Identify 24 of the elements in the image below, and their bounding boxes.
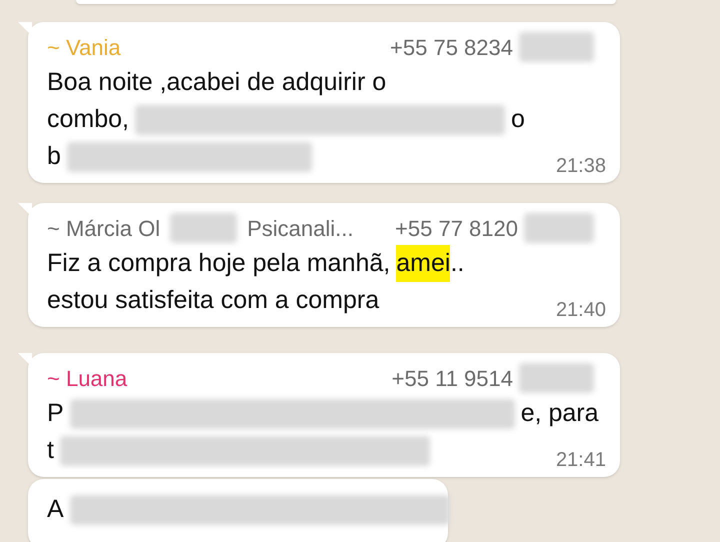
message-text: b [47, 140, 61, 172]
message-time: 21:41 [556, 448, 606, 473]
sender-name: ~ Luana [47, 364, 128, 392]
message-text: Fiz a compra hoje pela manhã, [47, 248, 390, 279]
phone-number: +55 11 9514 [392, 364, 513, 392]
message-text: .. [450, 248, 464, 279]
message-text: o [510, 104, 525, 135]
search-highlight: amei [396, 244, 450, 282]
sender-name: ~ Vania [47, 34, 121, 62]
sender-name: Psicanali... [247, 214, 354, 242]
message-text: P [47, 398, 64, 429]
phone-number: +55 77 8120 [395, 214, 518, 242]
message-text: estou satisfeita com a compra [47, 284, 380, 316]
message-text: Boa noite ,acabei de adquirir o [47, 66, 386, 98]
message-text: e, para [520, 398, 599, 429]
message-text: A [47, 494, 64, 525]
message-time: 21:38 [556, 154, 606, 179]
blurred-redaction [524, 213, 594, 243]
sender-name: ~ Márcia Ol [47, 214, 160, 242]
message-time: 21:40 [556, 298, 606, 323]
phone-number: +55 75 8234 [390, 34, 513, 62]
blurred-redaction [170, 213, 238, 243]
message-text: combo, [47, 104, 129, 135]
message-text: t [47, 434, 54, 466]
